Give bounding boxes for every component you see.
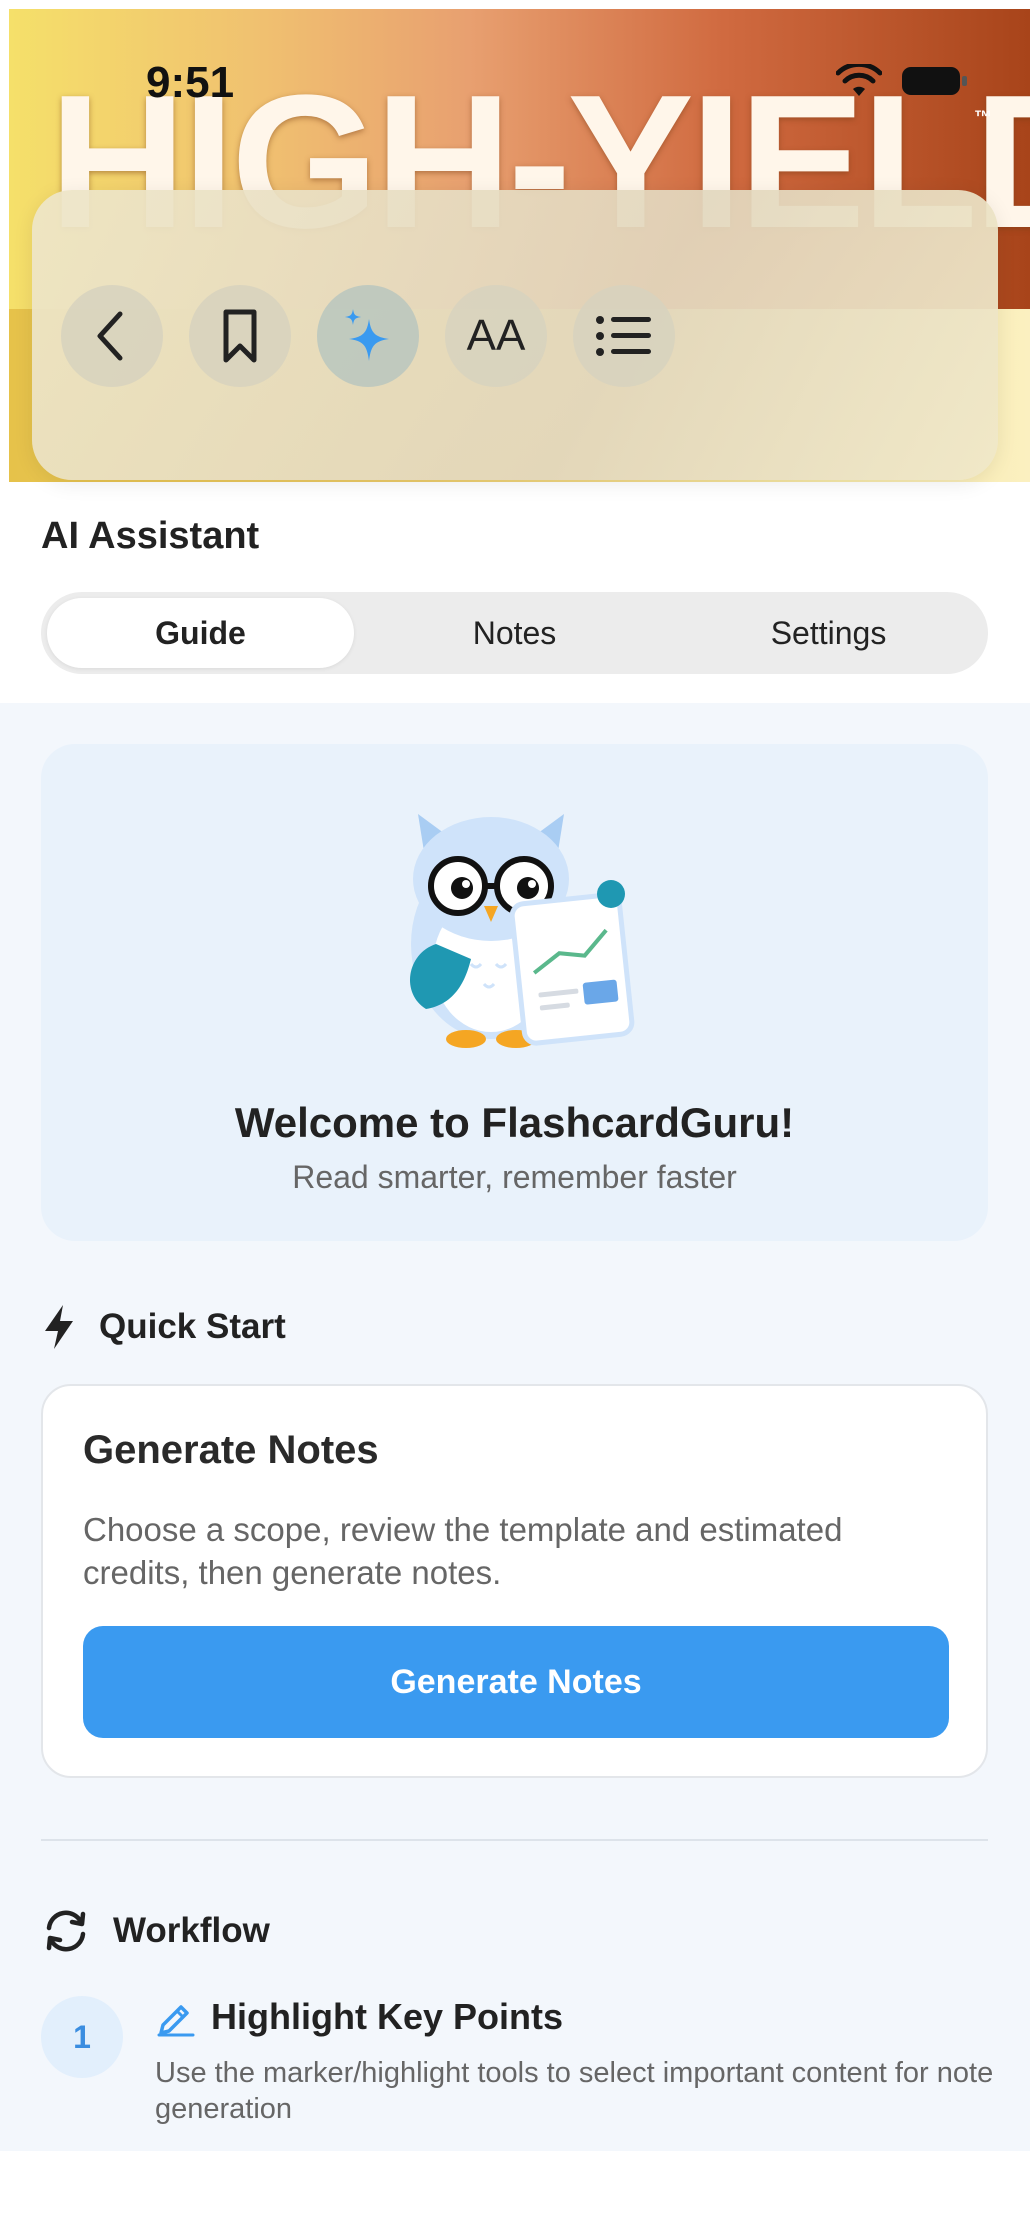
refresh-cycle-icon — [46, 1910, 86, 1952]
sparkle-icon — [345, 309, 389, 361]
battery-icon — [902, 67, 967, 95]
owl-mascot-illustration — [409, 814, 635, 1048]
workflow-label: Workflow — [113, 1911, 270, 1950]
bookmark-button[interactable] — [189, 285, 291, 387]
lightning-icon — [45, 1305, 73, 1349]
quick-start-heading: Quick Start — [41, 1303, 286, 1351]
text-size-button[interactable]: AA — [445, 285, 547, 387]
workflow-step-number: 1 — [41, 1996, 123, 2078]
contents-button[interactable] — [573, 285, 675, 387]
assistant-title: AI Assistant — [41, 515, 260, 557]
guide-panel: Welcome to FlashcardGuru! Read smarter, … — [0, 703, 1030, 2151]
status-icons — [836, 64, 970, 98]
ai-assistant-button[interactable] — [317, 285, 419, 387]
workflow-heading: Workflow — [41, 1906, 270, 1956]
workflow-step-title-text: Highlight Key Points — [211, 1996, 564, 2037]
welcome-subtitle: Read smarter, remember faster — [292, 1159, 737, 1195]
chevron-left-icon — [97, 311, 123, 361]
generate-notes-description: Choose a scope, review the template and … — [83, 1511, 843, 1591]
welcome-title: Welcome to FlashcardGuru! — [234, 1099, 795, 1146]
wifi-icon — [836, 64, 882, 96]
bookmark-icon — [223, 309, 257, 363]
workflow-step-title: Highlight Key Points — [155, 1996, 563, 2038]
status-time: 9:51 — [146, 58, 235, 107]
assistant-tabs: Guide Notes Settings — [41, 592, 988, 674]
pencil-icon — [157, 2005, 195, 2037]
workflow-step-description: Use the marker/highlight tools to select… — [155, 2057, 994, 2125]
tab-settings[interactable]: Settings — [675, 598, 982, 668]
quick-start-label: Quick Start — [99, 1307, 286, 1346]
section-divider — [41, 1839, 988, 1841]
text-size-icon: AA — [466, 311, 526, 360]
tab-notes[interactable]: Notes — [361, 598, 668, 668]
back-button[interactable] — [61, 285, 163, 387]
reader-toolbar: AA — [32, 190, 998, 480]
generate-notes-title: Generate Notes — [83, 1428, 379, 1472]
tab-guide[interactable]: Guide — [47, 598, 354, 668]
welcome-card: Welcome to FlashcardGuru! Read smarter, … — [41, 744, 988, 1241]
generate-notes-button[interactable]: Generate Notes — [83, 1626, 949, 1738]
cover-trademark: ™ — [974, 107, 992, 127]
list-icon — [596, 316, 651, 356]
generate-notes-card: Generate Notes Choose a scope, review th… — [41, 1384, 988, 1778]
